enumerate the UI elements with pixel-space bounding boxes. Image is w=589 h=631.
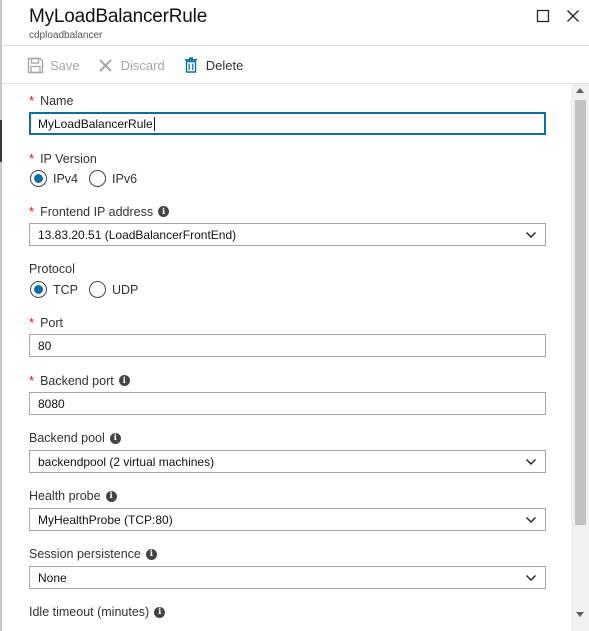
- session-persistence-value: None: [38, 570, 67, 585]
- vertical-scrollbar[interactable]: [571, 84, 589, 631]
- name-value: MyLoadBalancerRule: [38, 116, 153, 131]
- save-icon: [26, 56, 44, 74]
- page-subtitle: cdploadbalancer: [29, 30, 103, 41]
- chevron-down-icon: [526, 574, 536, 581]
- delete-label: Delete: [205, 57, 244, 73]
- backend-port-label: * Backend port i: [29, 373, 130, 388]
- discard-button[interactable]: Discard: [97, 56, 165, 74]
- port-label: * Port: [29, 315, 63, 330]
- save-label: Save: [50, 57, 80, 73]
- port-field[interactable]: 80: [29, 334, 546, 357]
- radio-circle: [89, 281, 106, 298]
- health-probe-value: MyHealthProbe (TCP:80): [38, 512, 173, 527]
- frontend-ip-label: * Frontend IP address i: [29, 204, 170, 219]
- ipv6-label: IPv6: [112, 171, 138, 186]
- required-marker: *: [29, 315, 35, 330]
- health-probe-label: Health probe i: [29, 489, 117, 503]
- info-icon[interactable]: i: [109, 432, 121, 444]
- health-probe-label-text: Health probe: [29, 489, 101, 503]
- backend-pool-value: backendpool (2 virtual machines): [38, 454, 215, 469]
- radio-circle: [30, 170, 47, 187]
- maximize-icon[interactable]: [535, 8, 551, 24]
- delete-button[interactable]: Delete: [182, 56, 244, 74]
- ipv4-radio[interactable]: IPv4: [30, 170, 78, 187]
- name-label-text: Name: [40, 93, 74, 108]
- frontend-ip-label-text: Frontend IP address: [40, 204, 154, 219]
- command-bar: Save Discard Delete: [26, 54, 260, 76]
- radio-circle: [30, 281, 47, 298]
- udp-label: UDP: [112, 282, 139, 297]
- name-label: * Name: [29, 93, 73, 108]
- idle-timeout-label-text: Idle timeout (minutes): [29, 605, 150, 619]
- required-marker: *: [29, 93, 35, 108]
- info-icon[interactable]: i: [154, 606, 166, 618]
- radio-selected-dot: [34, 174, 43, 183]
- required-marker: *: [29, 151, 35, 166]
- discard-label: Discard: [120, 57, 165, 73]
- frontend-ip-dropdown[interactable]: 13.83.20.51 (LoadBalancerFrontEnd): [29, 223, 546, 246]
- info-icon[interactable]: i: [118, 375, 130, 386]
- session-persistence-label: Session persistence i: [29, 547, 157, 561]
- page-title: MyLoadBalancerRule: [29, 6, 208, 27]
- close-icon[interactable]: [565, 8, 581, 24]
- udp-radio[interactable]: UDP: [89, 281, 138, 298]
- required-marker: *: [29, 204, 35, 219]
- info-icon[interactable]: i: [158, 206, 170, 217]
- radio-selected-dot: [34, 285, 43, 294]
- tcp-radio[interactable]: TCP: [30, 281, 78, 298]
- ip-version-radio-group: IPv4 IPv6: [30, 170, 148, 187]
- blade-header: MyLoadBalancerRule cdploadbalancer: [29, 6, 207, 41]
- port-value: 80: [38, 338, 52, 353]
- text-caret: [153, 116, 155, 131]
- session-persistence-label-text: Session persistence: [29, 547, 141, 561]
- frontend-ip-value: 13.83.20.51 (LoadBalancerFrontEnd): [38, 227, 237, 242]
- ip-version-label: * IP Version: [29, 151, 97, 166]
- backend-pool-label: Backend pool i: [29, 431, 121, 445]
- backend-port-field[interactable]: 8080: [29, 392, 546, 415]
- ip-version-label-text: IP Version: [40, 151, 97, 166]
- ipv6-radio[interactable]: IPv6: [89, 170, 137, 187]
- tcp-label: TCP: [53, 282, 78, 297]
- health-probe-dropdown[interactable]: MyHealthProbe (TCP:80): [29, 508, 546, 531]
- protocol-radio-group: TCP UDP: [30, 281, 149, 298]
- header-divider: [2, 45, 589, 46]
- chevron-down-icon: [526, 231, 536, 238]
- required-marker: *: [29, 373, 35, 388]
- protocol-label-text: Protocol: [29, 262, 75, 276]
- save-button[interactable]: Save: [26, 56, 80, 74]
- backend-pool-dropdown[interactable]: backendpool (2 virtual machines): [29, 450, 546, 473]
- backend-pool-label-text: Backend pool: [29, 431, 105, 445]
- backend-port-label-text: Backend port: [40, 373, 114, 388]
- chevron-down-icon: [526, 516, 536, 523]
- session-persistence-dropdown[interactable]: None: [29, 566, 546, 589]
- backend-port-value: 8080: [38, 396, 65, 411]
- ipv4-label: IPv4: [53, 171, 79, 186]
- chevron-down-icon: [526, 458, 536, 465]
- info-icon[interactable]: i: [105, 490, 117, 502]
- protocol-label: Protocol: [29, 262, 75, 276]
- port-label-text: Port: [40, 315, 63, 330]
- idle-timeout-label: Idle timeout (minutes) i: [29, 605, 166, 619]
- name-field[interactable]: MyLoadBalancerRule: [29, 112, 546, 135]
- scrollbar-thumb[interactable]: [575, 100, 586, 525]
- radio-circle: [89, 170, 107, 187]
- toolbar-divider: [2, 83, 589, 84]
- blade-panel: MyLoadBalancerRule cdploadbalancer: [2, 0, 589, 631]
- discard-icon: [97, 56, 115, 74]
- info-icon[interactable]: i: [145, 548, 157, 560]
- scroll-up-arrow-icon[interactable]: [576, 88, 584, 93]
- scroll-down-arrow-icon[interactable]: [576, 612, 584, 617]
- delete-icon: [182, 56, 200, 74]
